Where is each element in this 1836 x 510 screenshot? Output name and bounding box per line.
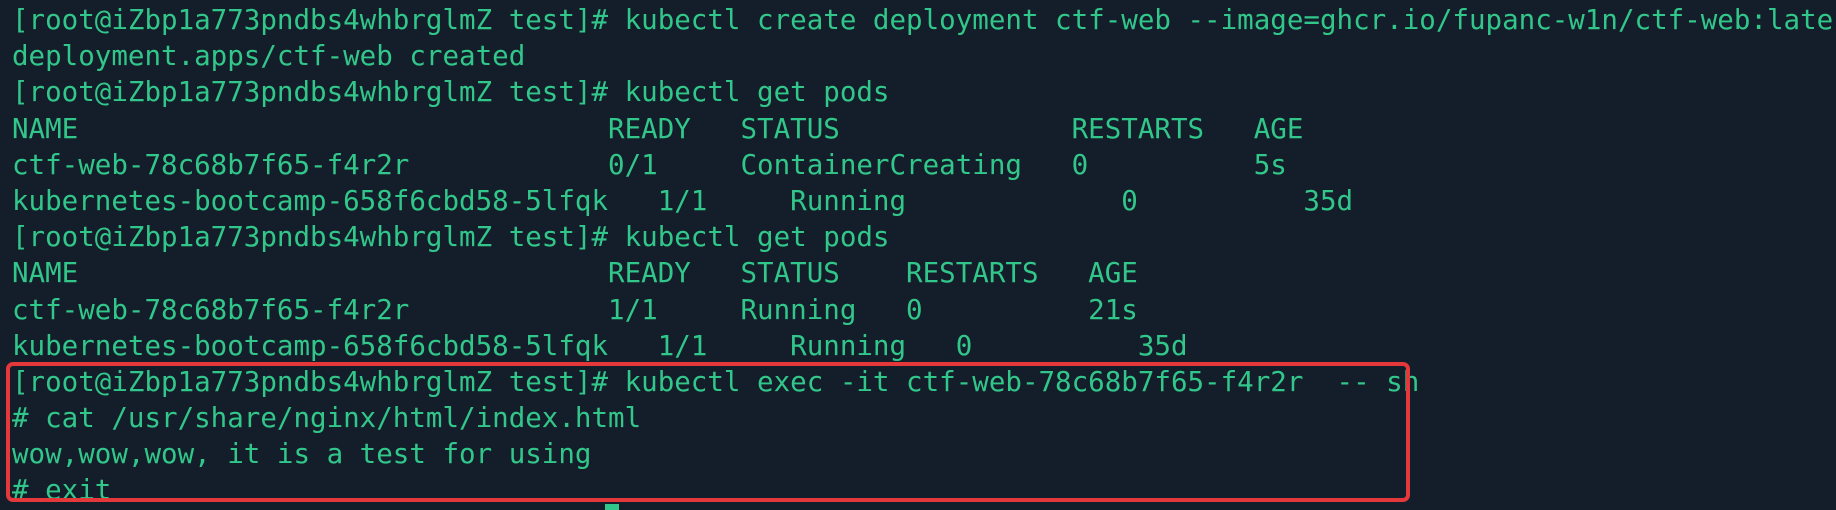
terminal-line-command-get-pods: [root@iZbp1a773pndbs4whbrglmZ test]# kub…	[12, 76, 890, 109]
pods-table-row: ctf-web-78c68b7f65-f4r2r 1/1 Running 0 2…	[12, 293, 1138, 326]
terminal-output: [root@iZbp1a773pndbs4whbrglmZ test]# kub…	[12, 2, 1836, 509]
pods-table-row: kubernetes-bootcamp-658f6cbd58-5lfqk 1/1…	[12, 329, 1188, 362]
terminal-cursor	[605, 504, 619, 510]
pods-table-header: NAME READY STATUS RESTARTS AGE	[12, 257, 1138, 290]
terminal-line-command-create: [root@iZbp1a773pndbs4whbrglmZ test]# kub…	[12, 4, 1836, 36]
terminal-line-shell-cat: # cat /usr/share/nginx/html/index.html	[12, 402, 642, 435]
terminal-line-shell-exit: # exit	[12, 474, 112, 507]
pods-table-row: ctf-web-78c68b7f65-f4r2r 0/1 ContainerCr…	[12, 148, 1287, 181]
terminal-line-command-exec: [root@iZbp1a773pndbs4whbrglmZ test]# kub…	[12, 365, 1420, 398]
terminal-window[interactable]: [root@iZbp1a773pndbs4whbrglmZ test]# kub…	[0, 0, 1836, 510]
pods-table-row: kubernetes-bootcamp-658f6cbd58-5lfqk 1/1…	[12, 184, 1354, 217]
terminal-line-command-get-pods: [root@iZbp1a773pndbs4whbrglmZ test]# kub…	[12, 221, 890, 254]
terminal-line-file-content: wow,wow,wow, it is a test for using	[12, 438, 592, 471]
pods-table-header: NAME READY STATUS RESTARTS AGE	[12, 112, 1304, 145]
terminal-line-output-created: deployment.apps/ctf-web created	[12, 40, 526, 73]
